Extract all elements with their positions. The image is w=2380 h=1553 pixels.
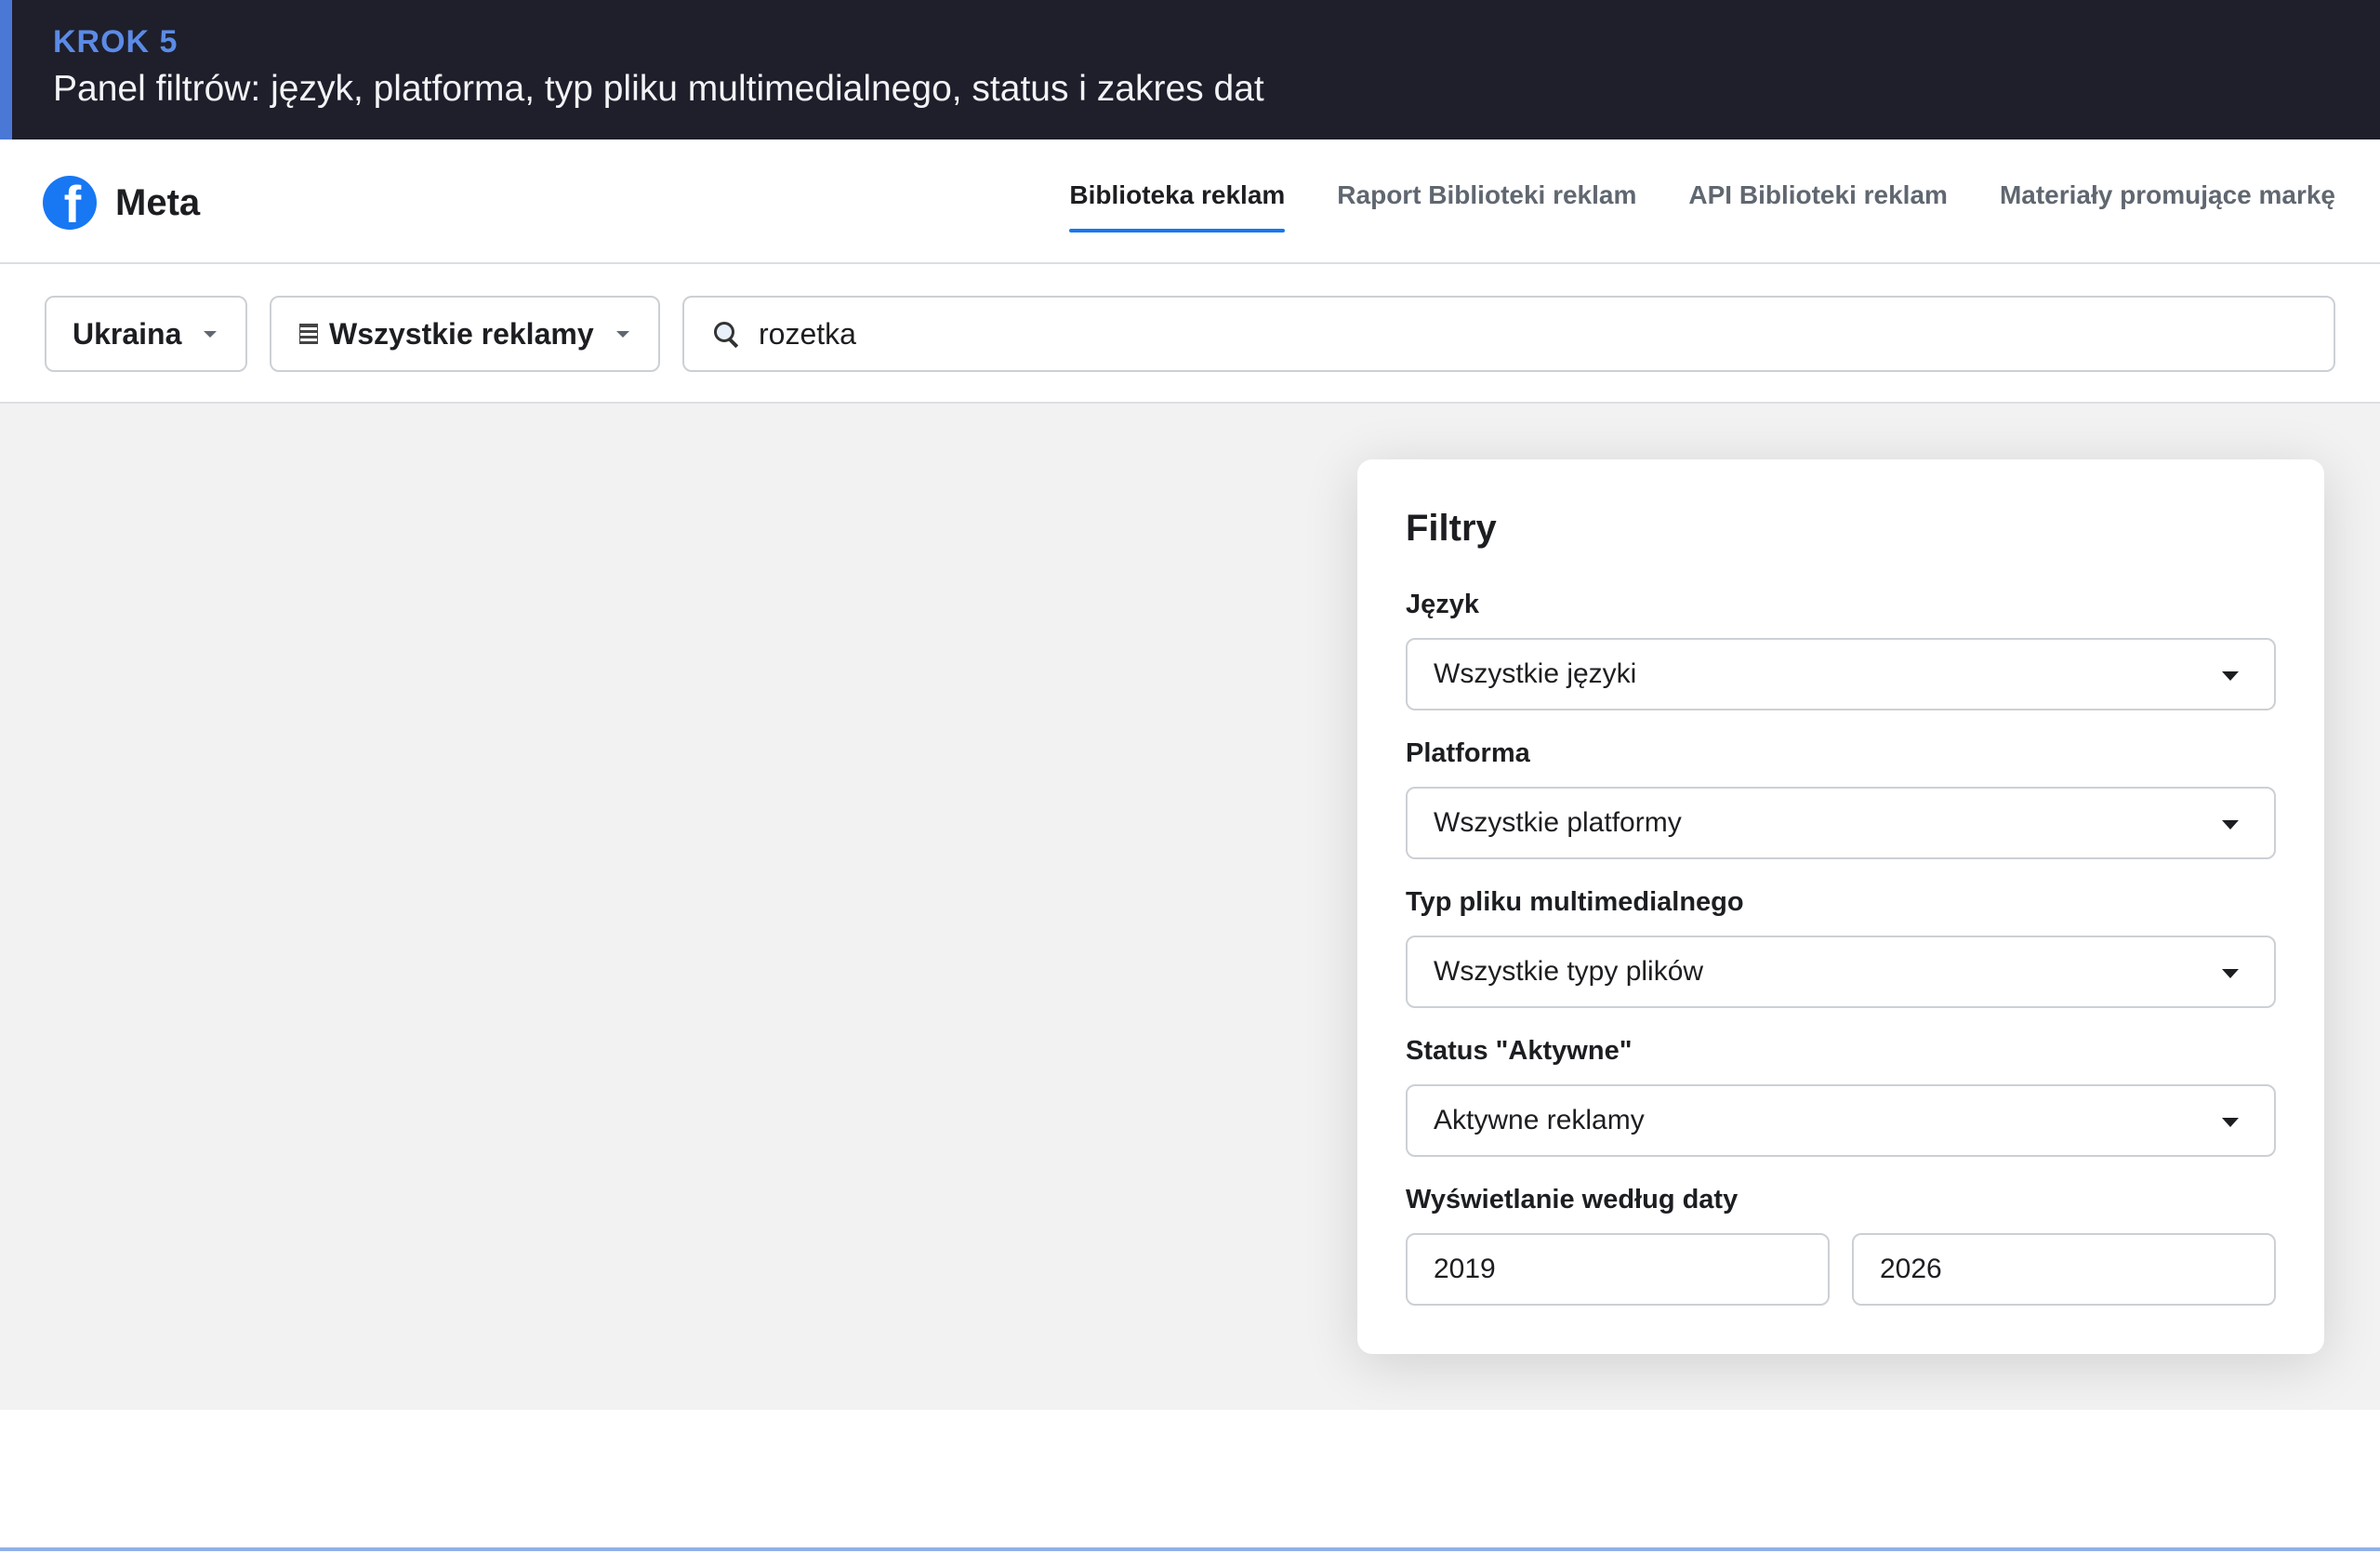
- step-label: KROK 5: [53, 24, 178, 60]
- chevron-down-icon: [615, 330, 629, 338]
- search-input[interactable]: rozetka: [682, 296, 2335, 372]
- status-label: Status "Aktywne": [1406, 1036, 1633, 1066]
- filters-title: Filtry: [1406, 508, 1497, 549]
- nav-item-ad-library-api[interactable]: API Biblioteki reklam: [1688, 139, 1948, 262]
- top-nav: Biblioteka reklam Raport Biblioteki rekl…: [1017, 139, 2335, 262]
- platform-label: Platforma: [1406, 738, 1530, 768]
- filters-panel: Filtry Język Wszystkie języki Platforma …: [1357, 459, 2324, 1354]
- ad-type-select[interactable]: Wszystkie reklamy: [270, 296, 660, 372]
- list-icon: [299, 324, 318, 344]
- media-type-select[interactable]: Wszystkie typy plików: [1406, 936, 2276, 1008]
- date-to-value: 2026: [1880, 1254, 1942, 1284]
- logo-text: Meta: [115, 181, 201, 223]
- search-icon: [712, 320, 740, 348]
- language-label: Język: [1406, 590, 1480, 619]
- dropdown-arrow-icon: [2222, 1118, 2239, 1127]
- ad-type-value: Wszystkie reklamy: [329, 316, 594, 351]
- language-value: Wszystkie języki: [1434, 658, 1637, 689]
- date-from-input[interactable]: 2019: [1406, 1233, 1830, 1306]
- platform-select[interactable]: Wszystkie platformy: [1406, 787, 2276, 859]
- search-query: rozetka: [759, 316, 856, 351]
- date-label: Wyświetlanie według daty: [1406, 1185, 1739, 1215]
- date-to-input[interactable]: 2026: [1852, 1233, 2276, 1306]
- chevron-down-icon: [204, 330, 218, 338]
- meta-logo[interactable]: f Meta: [43, 175, 200, 231]
- nav-item-ad-library[interactable]: Biblioteka reklam: [1069, 139, 1285, 262]
- step-banner: KROK 5 Panel filtrów: język, platforma, …: [0, 0, 2380, 139]
- country-select[interactable]: Ukraina: [45, 296, 247, 372]
- language-select[interactable]: Wszystkie języki: [1406, 638, 2276, 710]
- dropdown-arrow-icon: [2222, 820, 2239, 830]
- nav-item-brand-resources[interactable]: Materiały promujące markę: [2000, 139, 2335, 262]
- status-value: Aktywne reklamy: [1434, 1105, 1645, 1135]
- dropdown-arrow-icon: [2222, 671, 2239, 681]
- search-bar: Ukraina Wszystkie reklamy rozetka: [0, 264, 2380, 404]
- site-header: f Meta Biblioteka reklam Raport Bibliote…: [0, 139, 2380, 264]
- country-value: Ukraina: [73, 316, 182, 351]
- nav-item-ad-library-report[interactable]: Raport Biblioteki reklam: [1337, 139, 1636, 262]
- media-type-value: Wszystkie typy plików: [1434, 956, 1704, 987]
- facebook-icon: f: [43, 176, 97, 230]
- media-type-label: Typ pliku multimedialnego: [1406, 887, 1744, 917]
- bottom-divider: [0, 1547, 2380, 1551]
- date-from-value: 2019: [1434, 1254, 1496, 1284]
- platform-value: Wszystkie platformy: [1434, 807, 1682, 838]
- step-description: Panel filtrów: język, platforma, typ pli…: [53, 69, 1264, 109]
- dropdown-arrow-icon: [2222, 969, 2239, 978]
- status-select[interactable]: Aktywne reklamy: [1406, 1084, 2276, 1157]
